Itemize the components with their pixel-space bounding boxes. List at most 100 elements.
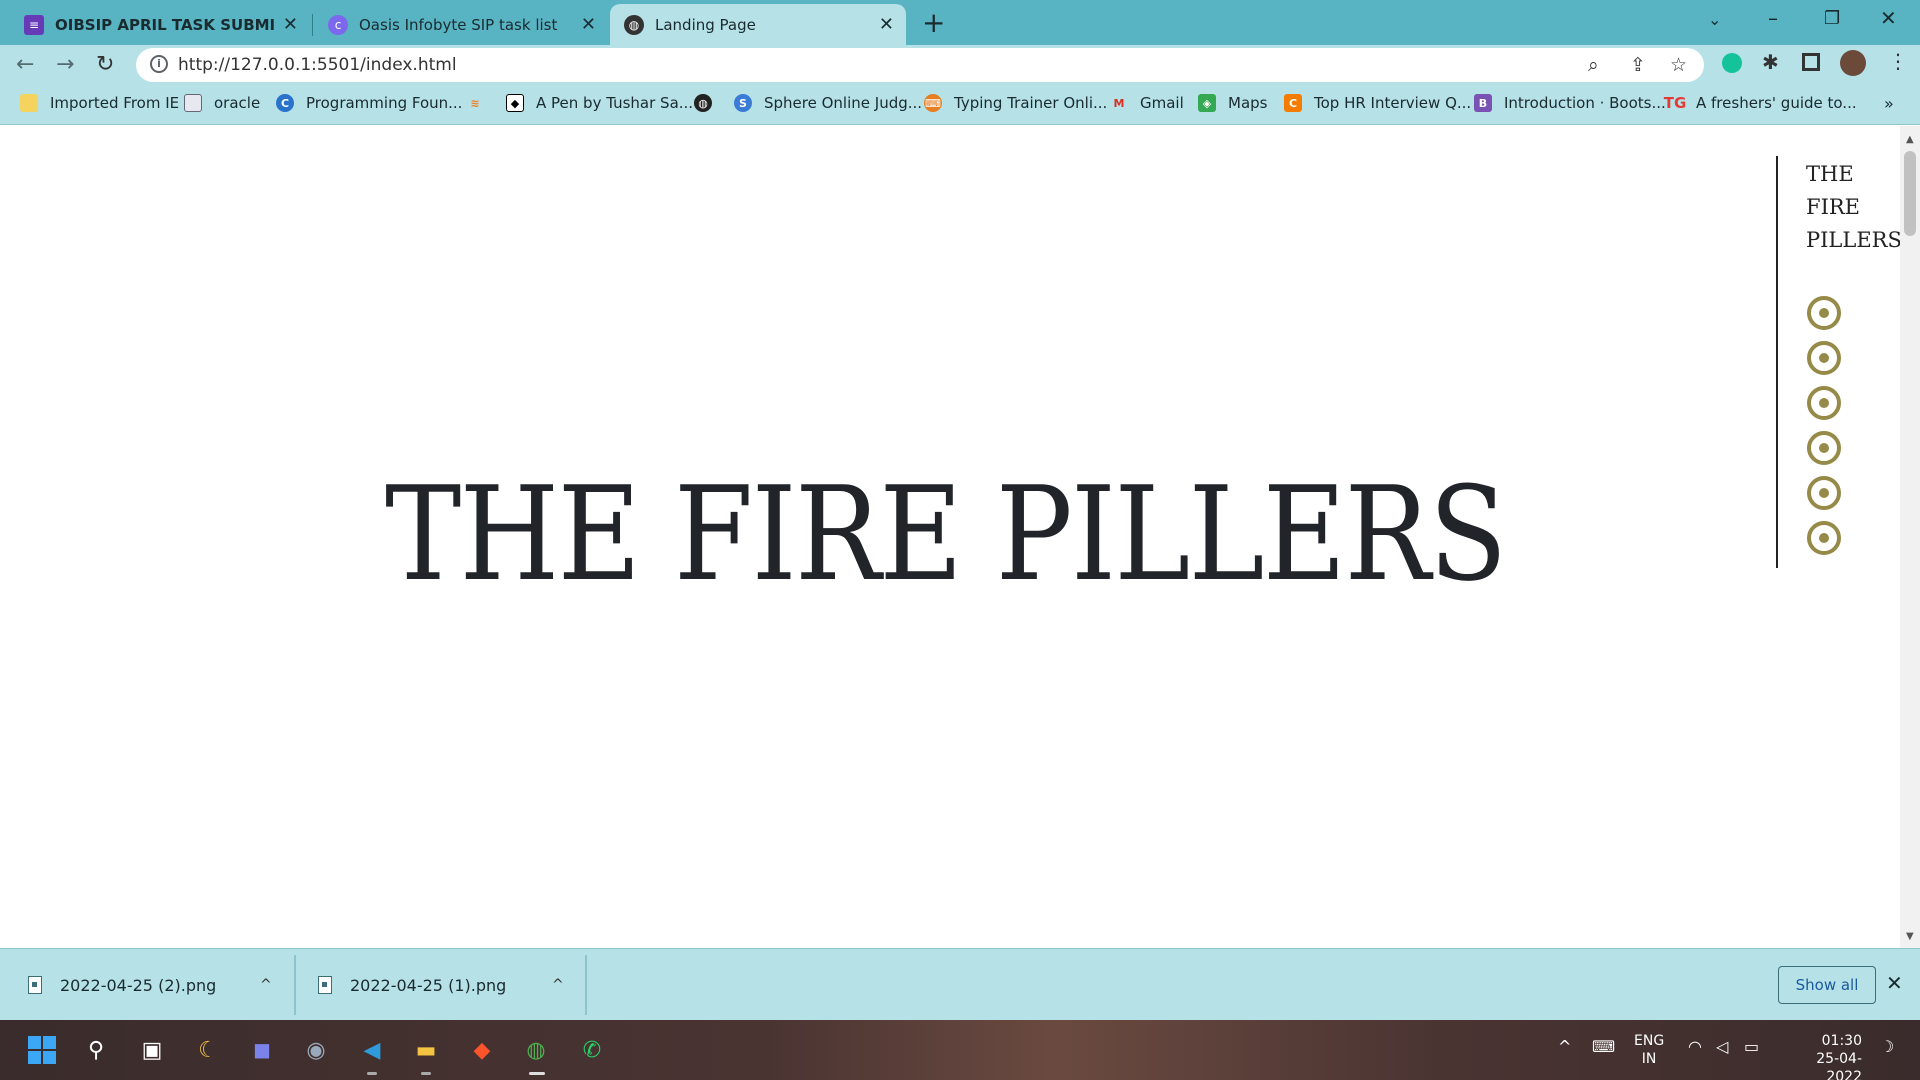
bookmark-item[interactable]: Imported From IE	[20, 94, 179, 112]
brave-browser-icon[interactable]: ◆	[466, 1034, 498, 1066]
chevron-up-icon[interactable]: ^	[552, 977, 564, 993]
restore-button[interactable]: ❐	[1824, 8, 1840, 29]
notification-icon[interactable]: ☽	[1880, 1038, 1894, 1056]
extensions-icon[interactable]: ✱	[1762, 50, 1779, 74]
side-panel-icon[interactable]	[1802, 53, 1820, 71]
download-item[interactable]: 2022-04-25 (1).png ^	[318, 949, 578, 1021]
menu-icon[interactable]: ⋮	[1888, 49, 1908, 73]
back-button[interactable]: ←	[16, 52, 34, 77]
grammarly-icon[interactable]	[1722, 53, 1742, 73]
brand-logo-text[interactable]: THE FIRE PILLERS	[1806, 158, 1902, 257]
nav-dot-6[interactable]	[1807, 521, 1841, 555]
site-info-icon[interactable]: i	[150, 55, 168, 73]
nav-dot-2[interactable]	[1807, 341, 1841, 375]
wifi-icon[interactable]: ◠	[1688, 1038, 1702, 1056]
tab-title: Landing Page	[655, 15, 756, 34]
active-indicator	[529, 1072, 545, 1075]
bookmark-item[interactable]: M Gmail	[1110, 94, 1184, 112]
bookmark-item[interactable]: ◈ Maps	[1198, 94, 1267, 112]
nav-dot-4[interactable]	[1807, 431, 1841, 465]
file-explorer-icon[interactable]: ▬	[410, 1034, 442, 1066]
download-filename: 2022-04-25 (2).png	[60, 975, 217, 995]
page-scrollbar[interactable]: ▲ ▼	[1900, 126, 1920, 948]
tab-search-icon[interactable]: ⌄	[1708, 10, 1721, 29]
bookmark-label: oracle	[214, 94, 261, 112]
clickup-icon: c	[328, 14, 348, 35]
close-download-bar-icon[interactable]: ✕	[1886, 971, 1903, 995]
share-icon[interactable]: ⇪	[1630, 54, 1646, 76]
minimize-button[interactable]: –	[1768, 6, 1778, 30]
nav-dot-1[interactable]	[1807, 296, 1841, 330]
close-icon[interactable]: ✕	[283, 14, 298, 35]
tab-divider	[312, 14, 313, 36]
show-all-button[interactable]: Show all	[1778, 966, 1876, 1004]
vscode-icon[interactable]: ◀	[356, 1034, 388, 1066]
nav-dot-3[interactable]	[1807, 386, 1841, 420]
image-file-icon	[318, 976, 332, 994]
close-icon[interactable]: ✕	[879, 14, 894, 35]
scroll-down-arrow[interactable]: ▼	[1906, 931, 1914, 942]
battery-icon[interactable]: ▭	[1744, 1038, 1759, 1056]
windows-start-icon[interactable]	[26, 1034, 58, 1066]
bookmark-item[interactable]: C Top HR Interview Q...	[1284, 94, 1471, 112]
whatsapp-icon[interactable]: ✆	[576, 1034, 608, 1066]
brand-line: FIRE	[1806, 195, 1861, 219]
stackoverflow-icon: ≋	[470, 96, 480, 110]
tab-landing-page[interactable]: ◍ Landing Page ✕	[610, 4, 906, 45]
url-text[interactable]: http://127.0.0.1:5501/index.html	[178, 55, 457, 75]
reload-button[interactable]: ↻	[96, 52, 114, 77]
search-icon[interactable]: ⚲	[80, 1034, 112, 1066]
download-filename: 2022-04-25 (1).png	[350, 975, 507, 995]
task-view-icon[interactable]: ▣	[136, 1034, 168, 1066]
close-window-button[interactable]: ✕	[1880, 6, 1897, 30]
scroll-up-arrow[interactable]: ▲	[1906, 134, 1914, 145]
bookmark-item[interactable]: C Programming Foun...	[276, 94, 462, 112]
moon-icon[interactable]: ☾	[192, 1034, 224, 1066]
download-item[interactable]: 2022-04-25 (2).png ^	[28, 949, 288, 1021]
forward-button[interactable]: →	[56, 52, 74, 77]
form-icon: ≡	[24, 14, 44, 35]
language-indicator[interactable]: ENG IN	[1634, 1032, 1664, 1068]
zoom-icon[interactable]: ⌕	[1588, 54, 1599, 76]
chrome-icon[interactable]: ◍	[520, 1034, 552, 1066]
bookmark-label: A Pen by Tushar Sa...	[536, 94, 694, 112]
brand-line: THE	[1806, 162, 1854, 186]
bookmark-item[interactable]: TG A freshers' guide to...	[1664, 94, 1857, 112]
windows-taskbar: ⚲ ▣ ☾ ◼ ◉ ◀ ▬ ◆ ◍ ✆ ^ ⌨ ENG IN ◠ ◁ ▭ 01:…	[0, 1020, 1920, 1080]
globe-icon: ◍	[624, 14, 644, 35]
volume-icon[interactable]: ◁	[1716, 1038, 1728, 1056]
bootstrap-icon: B	[1474, 94, 1492, 112]
tab-title: OIBSIP APRIL TASK SUBMISSION	[55, 15, 275, 34]
chevron-up-icon[interactable]: ^	[1558, 1038, 1571, 1056]
maps-icon: ◈	[1198, 94, 1216, 112]
bookmark-star-icon[interactable]: ☆	[1670, 54, 1687, 76]
tab-oibsip[interactable]: ≡ OIBSIP APRIL TASK SUBMISSION ✕	[10, 4, 310, 45]
bookmark-item[interactable]: S Sphere Online Judg...	[734, 94, 922, 112]
bookmark-item[interactable]: ◍	[694, 94, 724, 112]
chevron-up-icon[interactable]: ^	[260, 977, 272, 993]
bookmark-item[interactable]: ◆ A Pen by Tushar Sa...	[506, 94, 693, 112]
profile-avatar[interactable]	[1840, 50, 1866, 76]
bookmark-item[interactable]: B Introduction · Boots...	[1474, 94, 1666, 112]
bookmark-item[interactable]: oracle	[184, 94, 260, 112]
tab-oasis[interactable]: c Oasis Infobyte SIP task list ✕	[314, 4, 608, 45]
toolbar: ← → ↻ i http://127.0.0.1:5501/index.html…	[0, 45, 1920, 85]
running-indicator	[367, 1072, 377, 1075]
folder-icon	[20, 94, 38, 112]
camera-icon[interactable]: ◉	[300, 1034, 332, 1066]
more-bookmarks-icon[interactable]: »	[1884, 94, 1894, 113]
keyboard-icon[interactable]: ⌨	[1592, 1038, 1615, 1056]
nav-dot-5[interactable]	[1807, 476, 1841, 510]
tab-title: Oasis Infobyte SIP task list	[359, 15, 558, 34]
codepen-icon: ◆	[506, 94, 524, 112]
clock[interactable]: 01:30 25-04-2022	[1786, 1032, 1862, 1080]
bookmark-item[interactable]: ⌨ Typing Trainer Onli...	[924, 94, 1107, 112]
bookmark-item[interactable]: ≋	[466, 94, 496, 112]
new-tab-button[interactable]: +	[922, 6, 945, 39]
teams-chat-icon[interactable]: ◼	[246, 1034, 278, 1066]
close-icon[interactable]: ✕	[581, 14, 596, 35]
address-bar[interactable]: i http://127.0.0.1:5501/index.html ⌕ ⇪ ☆	[136, 48, 1704, 82]
c-icon: C	[1284, 94, 1302, 112]
typing-icon: ⌨	[924, 94, 942, 112]
scroll-thumb[interactable]	[1904, 151, 1916, 236]
